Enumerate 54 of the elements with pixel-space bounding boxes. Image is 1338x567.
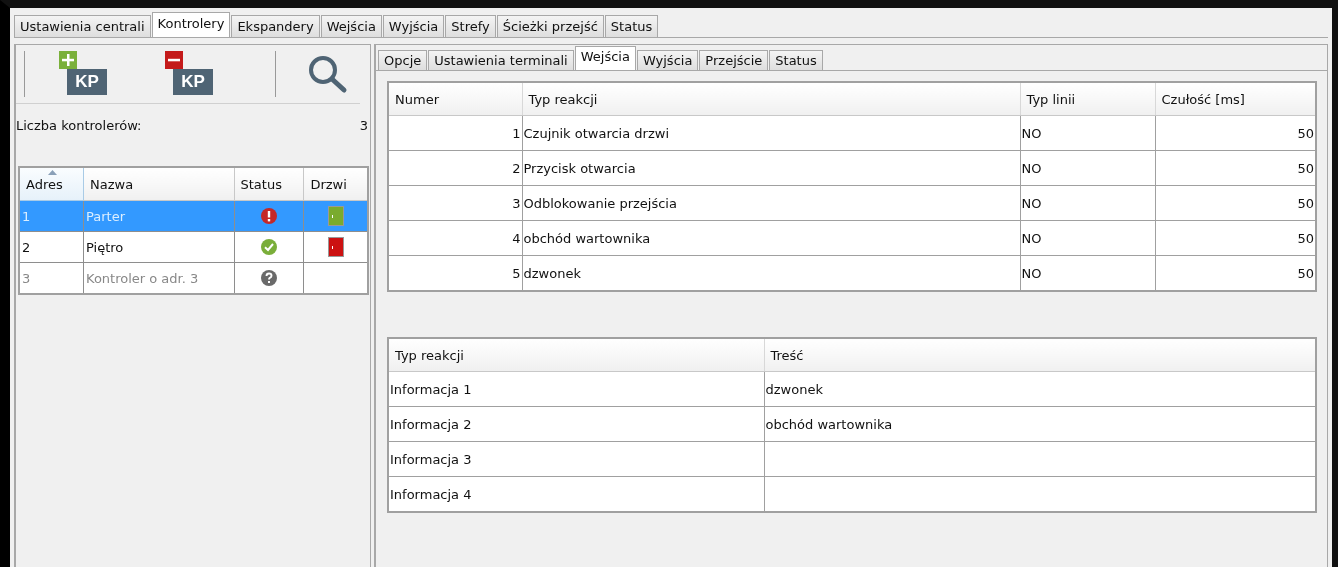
column-header[interactable]: Numer xyxy=(388,82,522,116)
table-cell: NO xyxy=(1020,150,1155,186)
table-cell: 1 xyxy=(388,115,522,151)
table-cell: Informacja 2 xyxy=(388,406,764,442)
column-header[interactable]: Status xyxy=(234,167,304,201)
column-header[interactable]: Typ reakcji xyxy=(388,338,764,372)
address-cell: 1 xyxy=(19,200,84,232)
table-cell: Informacja 3 xyxy=(388,441,764,477)
tab[interactable]: Status xyxy=(769,50,823,70)
name-cell: Piętro xyxy=(83,231,234,263)
table-cell: 3 xyxy=(388,185,522,221)
column-header[interactable]: Czułość [ms] xyxy=(1155,82,1316,116)
column-header[interactable]: Typ reakcji xyxy=(522,82,1020,116)
tab[interactable]: Ustawienia centrali xyxy=(14,15,151,37)
table-cell: Czujnik otwarcia drzwi xyxy=(522,115,1020,151)
add-controller-button[interactable]: KP xyxy=(59,51,107,97)
column-header[interactable]: Typ linii xyxy=(1020,82,1155,116)
tab[interactable]: Opcje xyxy=(378,50,428,70)
controller-count-value: 3 xyxy=(359,118,368,135)
address-cell: 2 xyxy=(19,231,84,263)
column-header[interactable]: Adres xyxy=(19,167,84,201)
plus-icon xyxy=(59,51,77,69)
table-cell: NO xyxy=(1020,220,1155,256)
table-cell: NO xyxy=(1020,185,1155,221)
minus-icon xyxy=(165,51,183,69)
remove-controller-button[interactable]: KP xyxy=(165,51,213,97)
table-cell: dzwonek xyxy=(522,255,1020,291)
tab[interactable]: Ekspandery xyxy=(231,15,320,37)
tab[interactable]: Ścieżki przejść xyxy=(496,15,604,37)
table-cell: NO xyxy=(1020,115,1155,151)
controller-count-label: Liczba kontrolerów: xyxy=(16,118,142,135)
table-cell: Informacja 4 xyxy=(388,476,764,512)
column-header[interactable]: Nazwa xyxy=(83,167,234,201)
table-cell: obchód wartownika xyxy=(522,220,1020,256)
table-cell: Przycisk otwarcia xyxy=(522,150,1020,186)
controller-row[interactable]: 2 Piętro xyxy=(19,231,368,263)
tab[interactable]: Wyjścia xyxy=(382,15,445,37)
sort-ascending-icon xyxy=(48,170,57,175)
table-cell: 2 xyxy=(388,150,522,186)
tab[interactable]: Kontrolery xyxy=(151,12,231,37)
name-cell: Parter xyxy=(83,200,234,232)
column-header[interactable]: Treść xyxy=(764,338,1316,372)
column-header[interactable]: Drzwi xyxy=(303,167,368,201)
table-cell: Informacja 1 xyxy=(388,371,764,407)
tab[interactable]: Przejście xyxy=(699,50,769,70)
tab[interactable]: Wejścia xyxy=(320,15,382,37)
tab[interactable]: Status xyxy=(604,15,659,37)
tab[interactable]: Strefy xyxy=(445,15,496,37)
tab[interactable]: Wejścia xyxy=(574,46,636,70)
tab[interactable]: Wyjścia xyxy=(636,50,699,70)
table-cell: Odblokowanie przejścia xyxy=(522,185,1020,221)
tab[interactable]: Ustawienia terminali xyxy=(428,50,574,70)
table-cell: NO xyxy=(1020,255,1155,291)
table-cell: 4 xyxy=(388,220,522,256)
